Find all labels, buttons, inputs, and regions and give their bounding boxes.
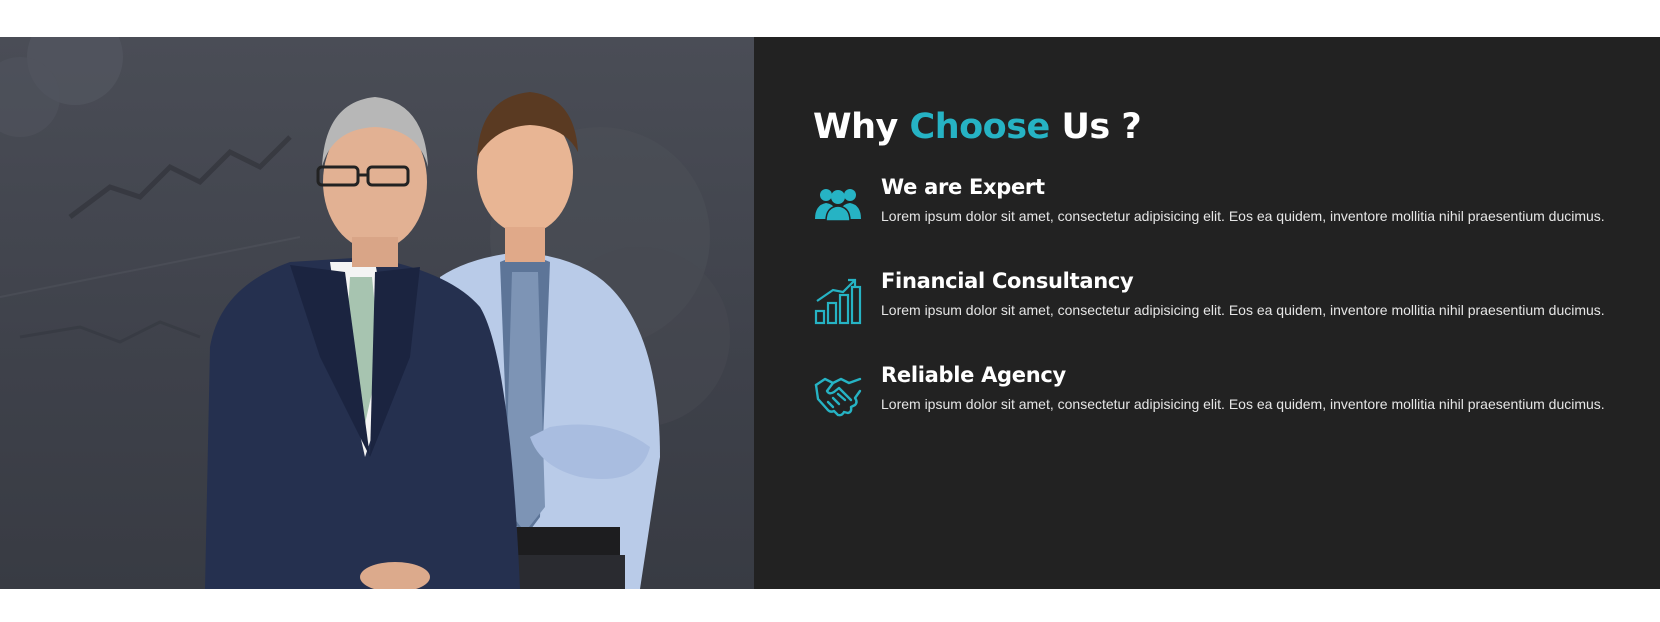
heading-accent-word: Choose <box>909 107 1051 147</box>
business-photo <box>0 37 754 589</box>
heading-word-us: Us ? <box>1061 107 1142 147</box>
why-choose-us-section: Why Choose Us ? We are Expert Lorem ipsu… <box>0 37 1660 589</box>
handshake-icon <box>814 377 862 417</box>
section-heading: Why Choose Us ? <box>813 107 1142 147</box>
why-choose-us-content: Why Choose Us ? We are Expert Lorem ipsu… <box>754 37 1660 589</box>
feature-title: Financial Consultancy <box>881 269 1134 293</box>
finance-background <box>0 37 730 589</box>
feature-title: We are Expert <box>881 175 1045 199</box>
heading-word-why: Why <box>813 107 898 147</box>
feature-description: Lorem ipsum dolor sit amet, consectetur … <box>881 302 1605 318</box>
team-icon <box>815 189 861 222</box>
feature-description: Lorem ipsum dolor sit amet, consectetur … <box>881 208 1605 224</box>
feature-item-reliable: Reliable Agency Lorem ipsum dolor sit am… <box>813 363 1605 419</box>
feature-item-financial: Financial Consultancy Lorem ipsum dolor … <box>813 269 1605 325</box>
growth-chart-icon <box>814 278 862 325</box>
feature-item-expert: We are Expert Lorem ipsum dolor sit amet… <box>813 175 1605 231</box>
businessman-left-figure <box>205 97 520 589</box>
feature-title: Reliable Agency <box>881 363 1066 387</box>
feature-description: Lorem ipsum dolor sit amet, consectetur … <box>881 396 1605 412</box>
